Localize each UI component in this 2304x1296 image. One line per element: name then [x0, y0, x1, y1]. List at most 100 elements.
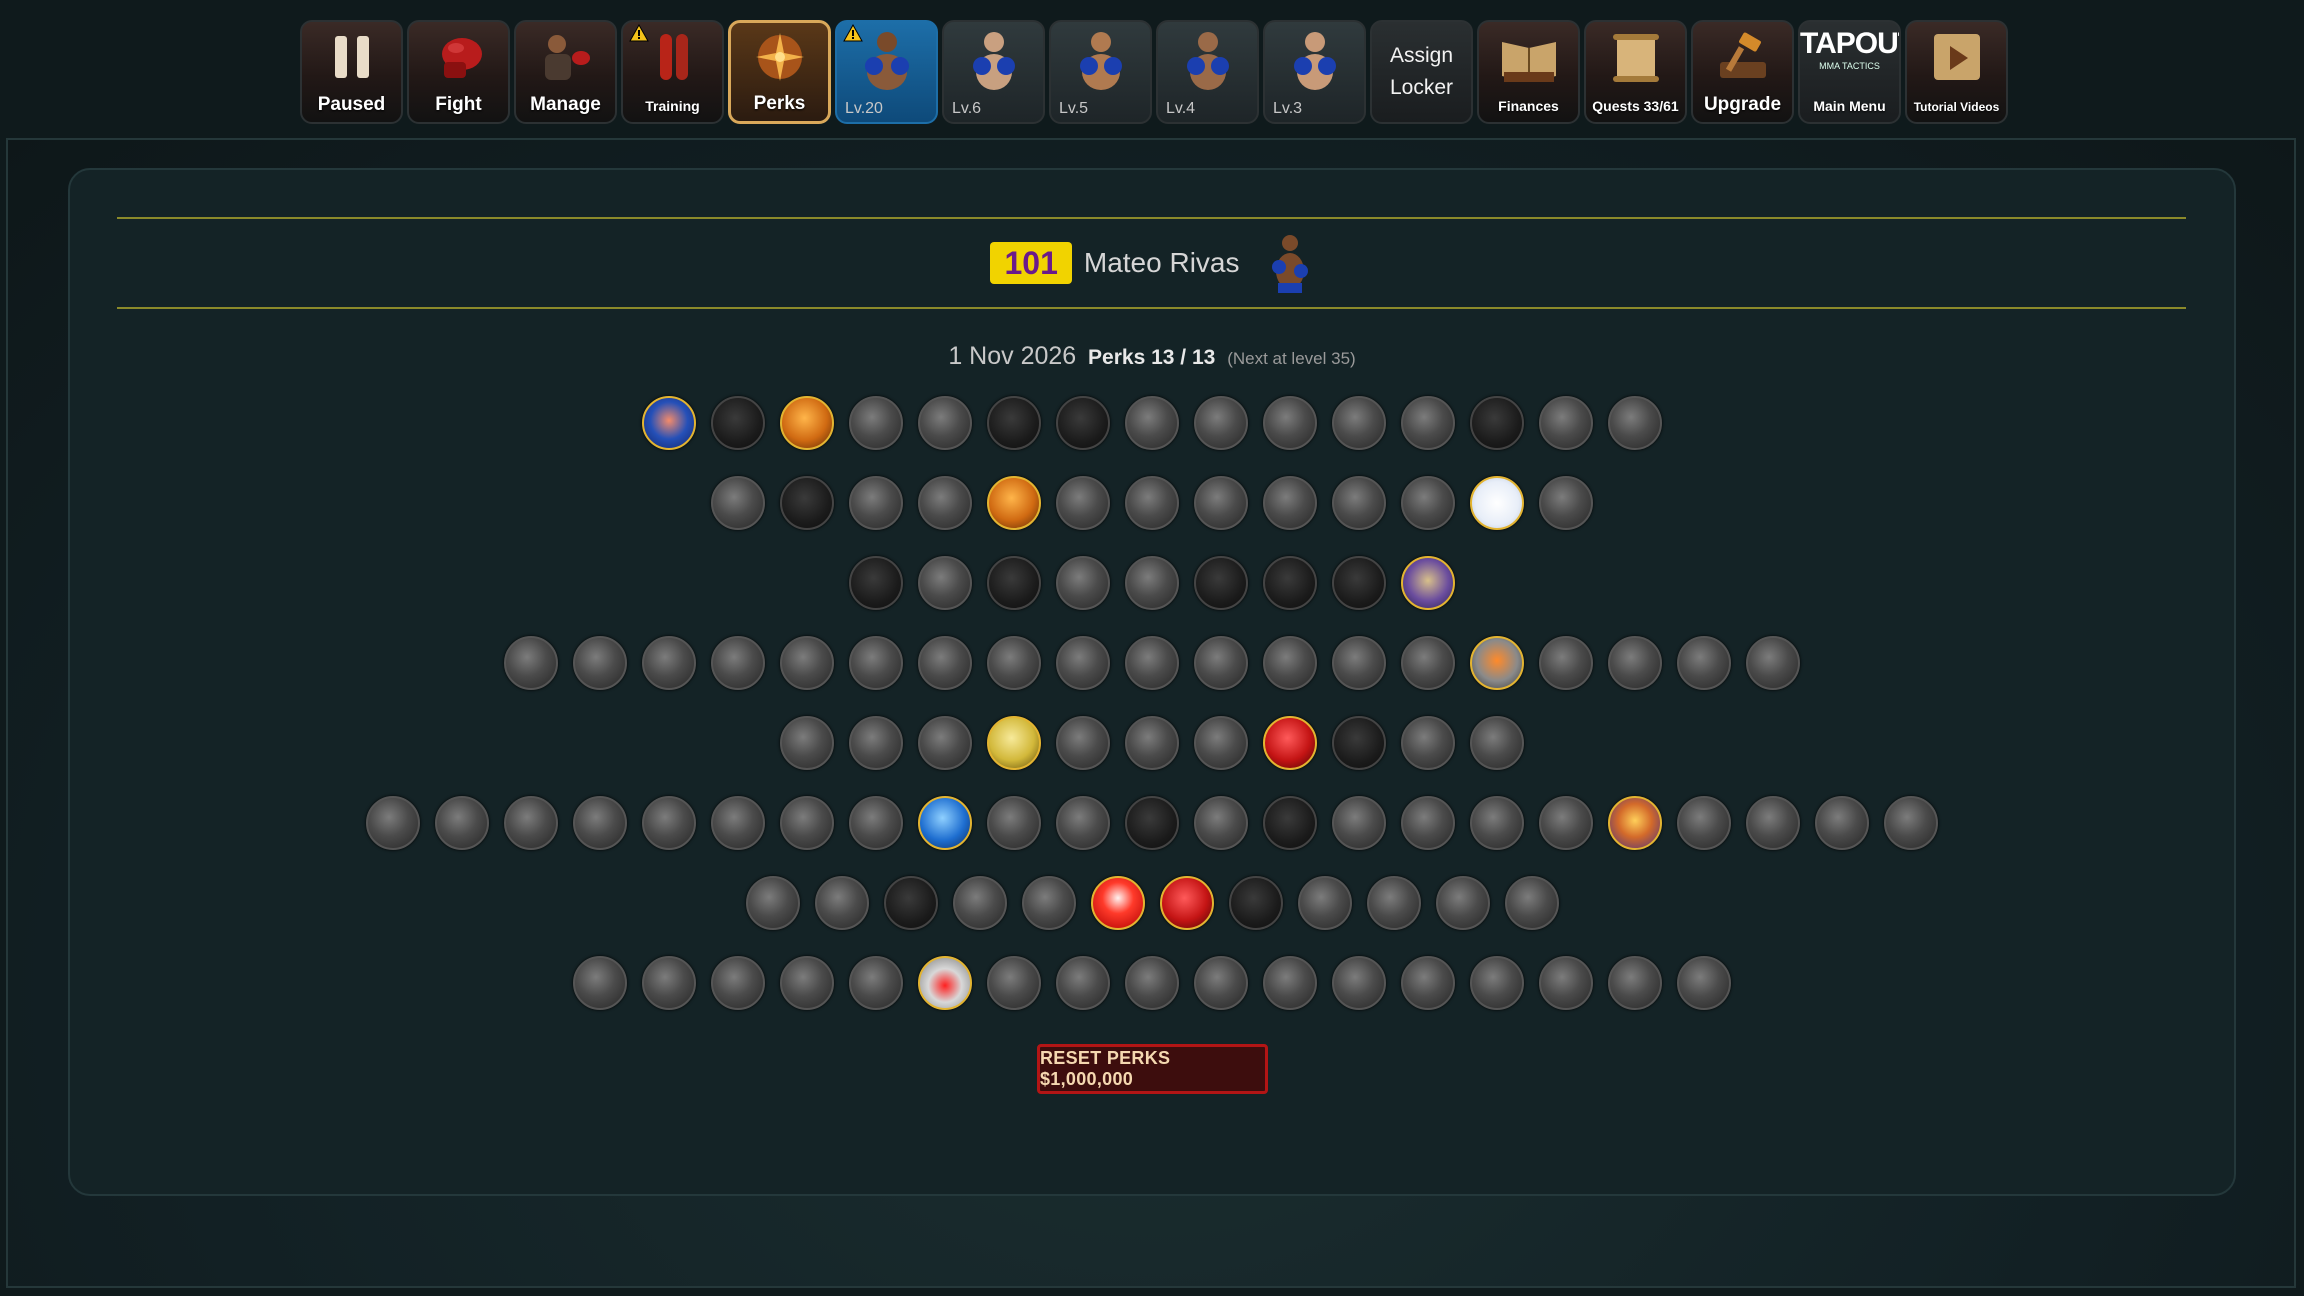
perk-icon[interactable]	[1815, 796, 1869, 850]
perk-icon[interactable]	[1677, 796, 1731, 850]
tutorial-videos-button[interactable]: Tutorial Videos	[1905, 20, 2008, 124]
perk-icon[interactable]	[1884, 796, 1938, 850]
perk-icon[interactable]	[642, 796, 696, 850]
perk-icon[interactable]	[1401, 476, 1455, 530]
perk-icon[interactable]	[849, 796, 903, 850]
perk-icon[interactable]	[1470, 956, 1524, 1010]
perk-icon[interactable]	[780, 636, 834, 690]
perk-icon[interactable]	[1125, 796, 1179, 850]
perk-icon[interactable]	[1539, 956, 1593, 1010]
perk-icon[interactable]	[573, 796, 627, 850]
perk-icon[interactable]	[1194, 796, 1248, 850]
perk-icon[interactable]	[814, 876, 869, 930]
perk-icon[interactable]	[1332, 956, 1386, 1010]
perk-icon[interactable]	[780, 956, 834, 1010]
perk-icon[interactable]	[1332, 636, 1386, 690]
perk-icon[interactable]	[1125, 396, 1179, 450]
perk-icon[interactable]	[1332, 796, 1386, 850]
perk-icon[interactable]	[1263, 796, 1317, 850]
perk-icon[interactable]	[1435, 876, 1490, 930]
perk-icon[interactable]	[1194, 636, 1248, 690]
perk-icon[interactable]	[711, 796, 765, 850]
perk-icon[interactable]	[849, 716, 903, 770]
perk-icon[interactable]	[504, 636, 558, 690]
perk-icon[interactable]	[1056, 956, 1110, 1010]
reset-perks-button[interactable]: RESET PERKS $1,000,000	[1037, 1044, 1268, 1094]
perk-icon[interactable]	[1263, 636, 1317, 690]
perk-icon[interactable]	[1608, 636, 1662, 690]
perk-icon[interactable]	[1332, 716, 1386, 770]
perk-icon[interactable]	[1608, 796, 1662, 850]
perk-icon[interactable]	[1332, 396, 1386, 450]
upgrade-button[interactable]: Upgrade	[1691, 20, 1794, 124]
perk-icon[interactable]	[711, 476, 765, 530]
perk-icon[interactable]	[1056, 716, 1110, 770]
perk-icon[interactable]	[883, 876, 938, 930]
perk-icon[interactable]	[780, 476, 834, 530]
perk-icon[interactable]	[918, 476, 972, 530]
manage-button[interactable]: Manage	[514, 20, 617, 124]
perk-icon[interactable]	[1332, 556, 1386, 610]
perk-icon[interactable]	[849, 476, 903, 530]
perk-icon[interactable]	[1746, 796, 1800, 850]
perk-icon[interactable]	[1677, 956, 1731, 1010]
perk-icon[interactable]	[780, 716, 834, 770]
perk-icon[interactable]	[504, 796, 558, 850]
perk-icon[interactable]	[1470, 636, 1524, 690]
training-button[interactable]: Training	[621, 20, 724, 124]
assign-locker-button[interactable]: Assign Locker	[1370, 20, 1473, 124]
perk-icon[interactable]	[1056, 396, 1110, 450]
perk-icon[interactable]	[987, 796, 1041, 850]
perk-icon[interactable]	[1746, 636, 1800, 690]
perk-icon[interactable]	[918, 556, 972, 610]
perk-icon[interactable]	[435, 796, 489, 850]
perk-icon[interactable]	[1263, 476, 1317, 530]
perk-icon[interactable]	[1401, 636, 1455, 690]
perk-icon[interactable]	[1608, 956, 1662, 1010]
perk-icon[interactable]	[1194, 396, 1248, 450]
perk-icon[interactable]	[1401, 796, 1455, 850]
perk-icon[interactable]	[849, 636, 903, 690]
fighter-tab-5[interactable]: Lv.3	[1263, 20, 1366, 124]
perk-icon[interactable]	[1056, 636, 1110, 690]
perk-icon[interactable]	[711, 636, 765, 690]
perk-icon[interactable]	[849, 556, 903, 610]
fighter-tab-2[interactable]: Lv.6	[942, 20, 1045, 124]
perks-button[interactable]: Perks	[728, 20, 831, 124]
perk-icon[interactable]	[780, 796, 834, 850]
perk-icon[interactable]	[918, 716, 972, 770]
perk-icon[interactable]	[1263, 556, 1317, 610]
perk-icon[interactable]	[1470, 396, 1524, 450]
perk-icon[interactable]	[1056, 476, 1110, 530]
perk-icon[interactable]	[642, 636, 696, 690]
perk-icon[interactable]	[1263, 396, 1317, 450]
fighter-tab-4[interactable]: Lv.4	[1156, 20, 1259, 124]
perk-icon[interactable]	[987, 396, 1041, 450]
perk-icon[interactable]	[1539, 636, 1593, 690]
perk-icon[interactable]	[918, 796, 972, 850]
perk-icon[interactable]	[573, 956, 627, 1010]
perk-icon[interactable]	[1504, 876, 1559, 930]
paused-button[interactable]: Paused	[300, 20, 403, 124]
perk-icon[interactable]	[1125, 476, 1179, 530]
perk-icon[interactable]	[780, 396, 834, 450]
perk-icon[interactable]	[1297, 876, 1352, 930]
perk-icon[interactable]	[1470, 716, 1524, 770]
fight-button[interactable]: Fight	[407, 20, 510, 124]
perk-icon[interactable]	[1366, 876, 1421, 930]
perk-icon[interactable]	[987, 636, 1041, 690]
perk-icon[interactable]	[987, 556, 1041, 610]
perk-icon[interactable]	[1332, 476, 1386, 530]
perk-icon[interactable]	[1539, 476, 1593, 530]
perk-icon[interactable]	[1056, 556, 1110, 610]
main-menu-button[interactable]: TAPOUT MMA TACTICS Main Menu	[1798, 20, 1901, 124]
perk-icon[interactable]	[1263, 716, 1317, 770]
perk-icon[interactable]	[1090, 876, 1145, 930]
fighter-tab-1[interactable]: Lv.20	[835, 20, 938, 124]
perk-icon[interactable]	[918, 396, 972, 450]
perk-icon[interactable]	[849, 396, 903, 450]
perk-icon[interactable]	[1194, 956, 1248, 1010]
perk-icon[interactable]	[987, 716, 1041, 770]
perk-icon[interactable]	[952, 876, 1007, 930]
perk-icon[interactable]	[987, 956, 1041, 1010]
